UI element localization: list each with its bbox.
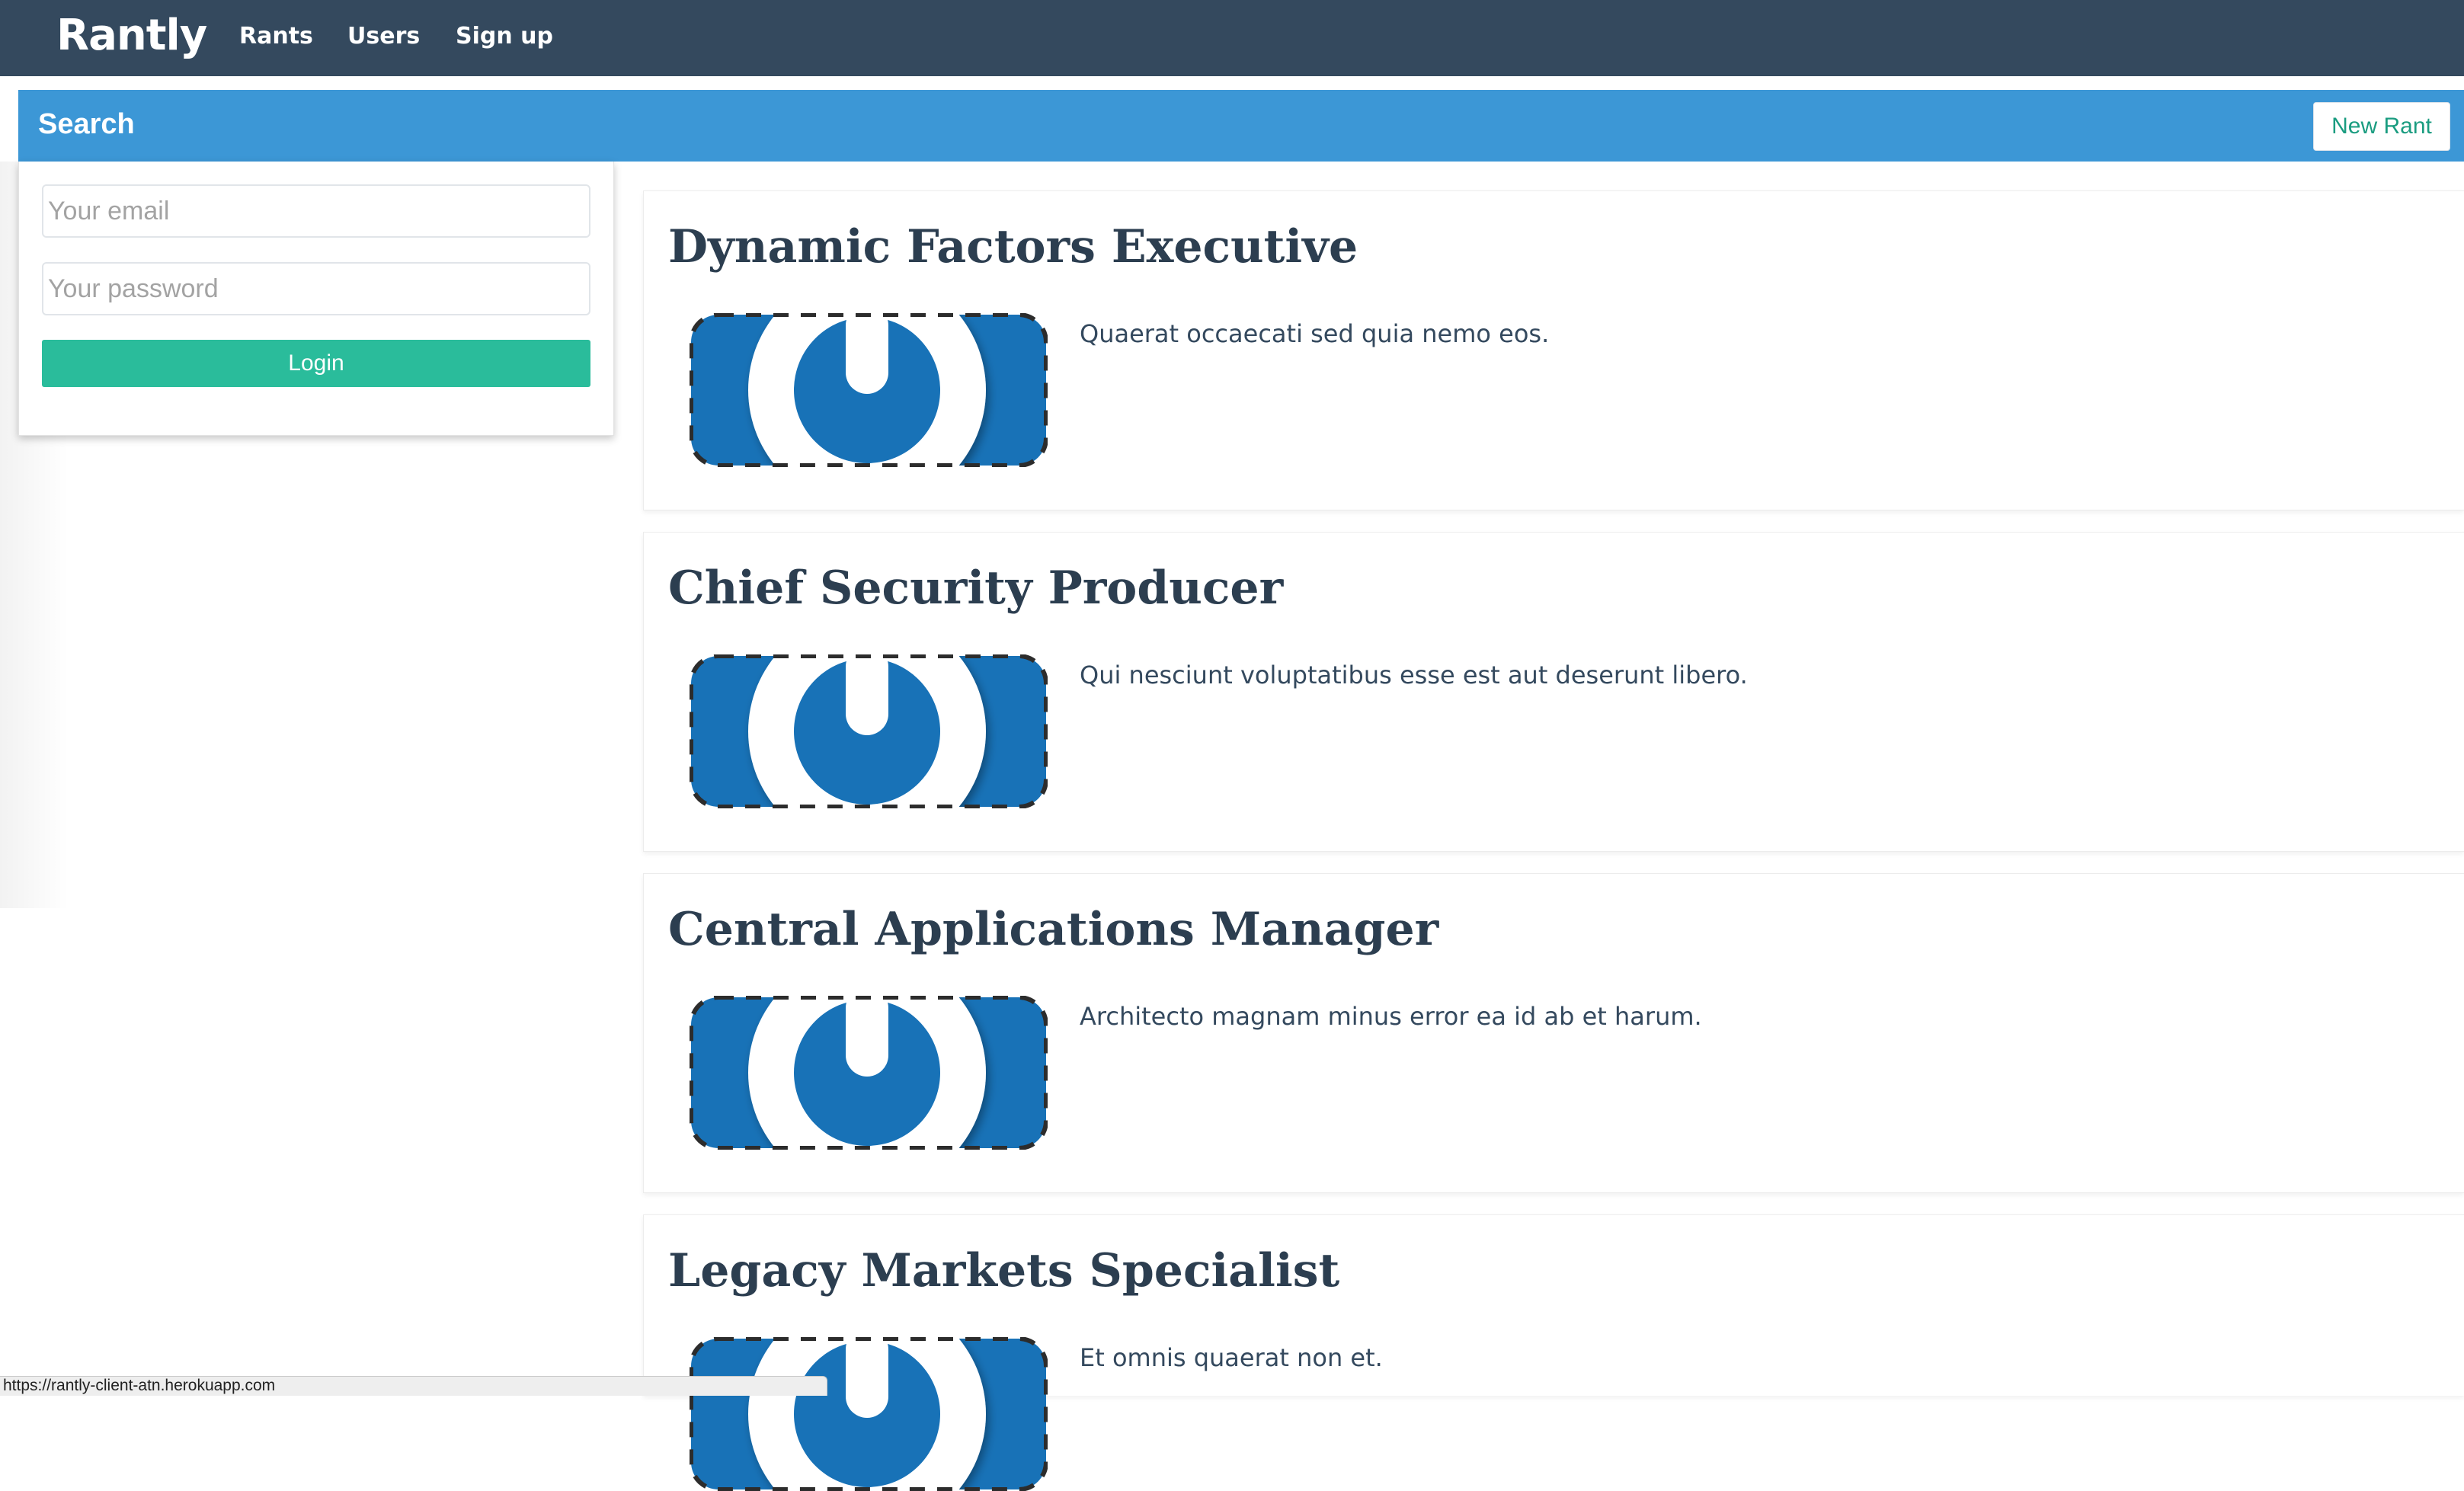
login-button[interactable]: Login [42,340,590,387]
nav-link-rants[interactable]: Rants [239,23,313,50]
email-field[interactable] [42,184,590,238]
rant-card[interactable]: Legacy Markets Specialist Et omnis quaer… [643,1214,2464,1491]
password-field[interactable] [42,262,590,315]
rant-body: Qui nesciunt voluptatibus esse est aut d… [1080,661,1748,690]
browser-status-bar: https://rantly-client-atn.herokuapp.com [0,1376,827,1396]
nav-link-sign-up[interactable]: Sign up [456,23,553,50]
search-title[interactable]: Search [38,108,135,141]
login-card: Login [18,162,614,436]
nav-link-users[interactable]: Users [347,23,420,50]
user-avatar-icon [690,313,1048,467]
search-bar: Search New Rant [18,90,2464,162]
new-rant-button[interactable]: New Rant [2313,102,2450,151]
rant-card[interactable]: Dynamic Factors Executive Quaerat occaec… [643,190,2464,510]
top-navbar: Rantly Rants Users Sign up [0,0,2464,76]
user-avatar-icon [690,996,1048,1150]
user-avatar-icon [690,654,1048,808]
rant-card[interactable]: Chief Security Producer Qui nesciunt vol… [643,532,2464,852]
rant-card[interactable]: Central Applications Manager Architecto … [643,873,2464,1193]
rant-body: Architecto magnam minus error ea id ab e… [1080,1002,1702,1031]
rant-body: Et omnis quaerat non et. [1080,1343,1383,1372]
user-avatar-icon [690,1337,1048,1491]
status-url: https://rantly-client-atn.herokuapp.com [3,1377,276,1394]
rant-title[interactable]: Dynamic Factors Executive [668,220,1358,274]
rant-title[interactable]: Chief Security Producer [668,562,1283,615]
rant-title[interactable]: Legacy Markets Specialist [668,1244,1339,1297]
rant-title[interactable]: Central Applications Manager [668,903,1438,956]
brand-logo[interactable]: Rantly [56,11,207,60]
rant-body: Quaerat occaecati sed quia nemo eos. [1080,319,1550,348]
